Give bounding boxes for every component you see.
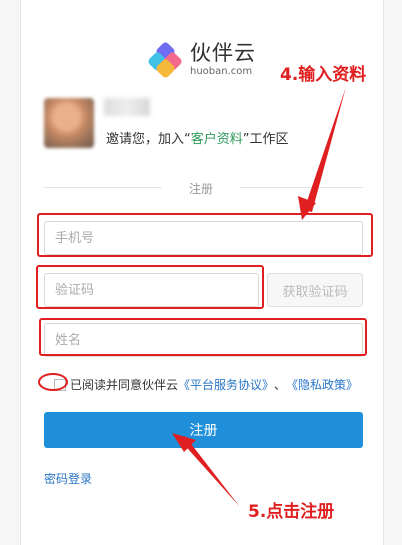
annotation-step4: 4.输入资料 <box>280 65 367 85</box>
arrow-step4 <box>304 87 346 212</box>
annotation-step5: 5.点击注册 <box>248 502 335 522</box>
